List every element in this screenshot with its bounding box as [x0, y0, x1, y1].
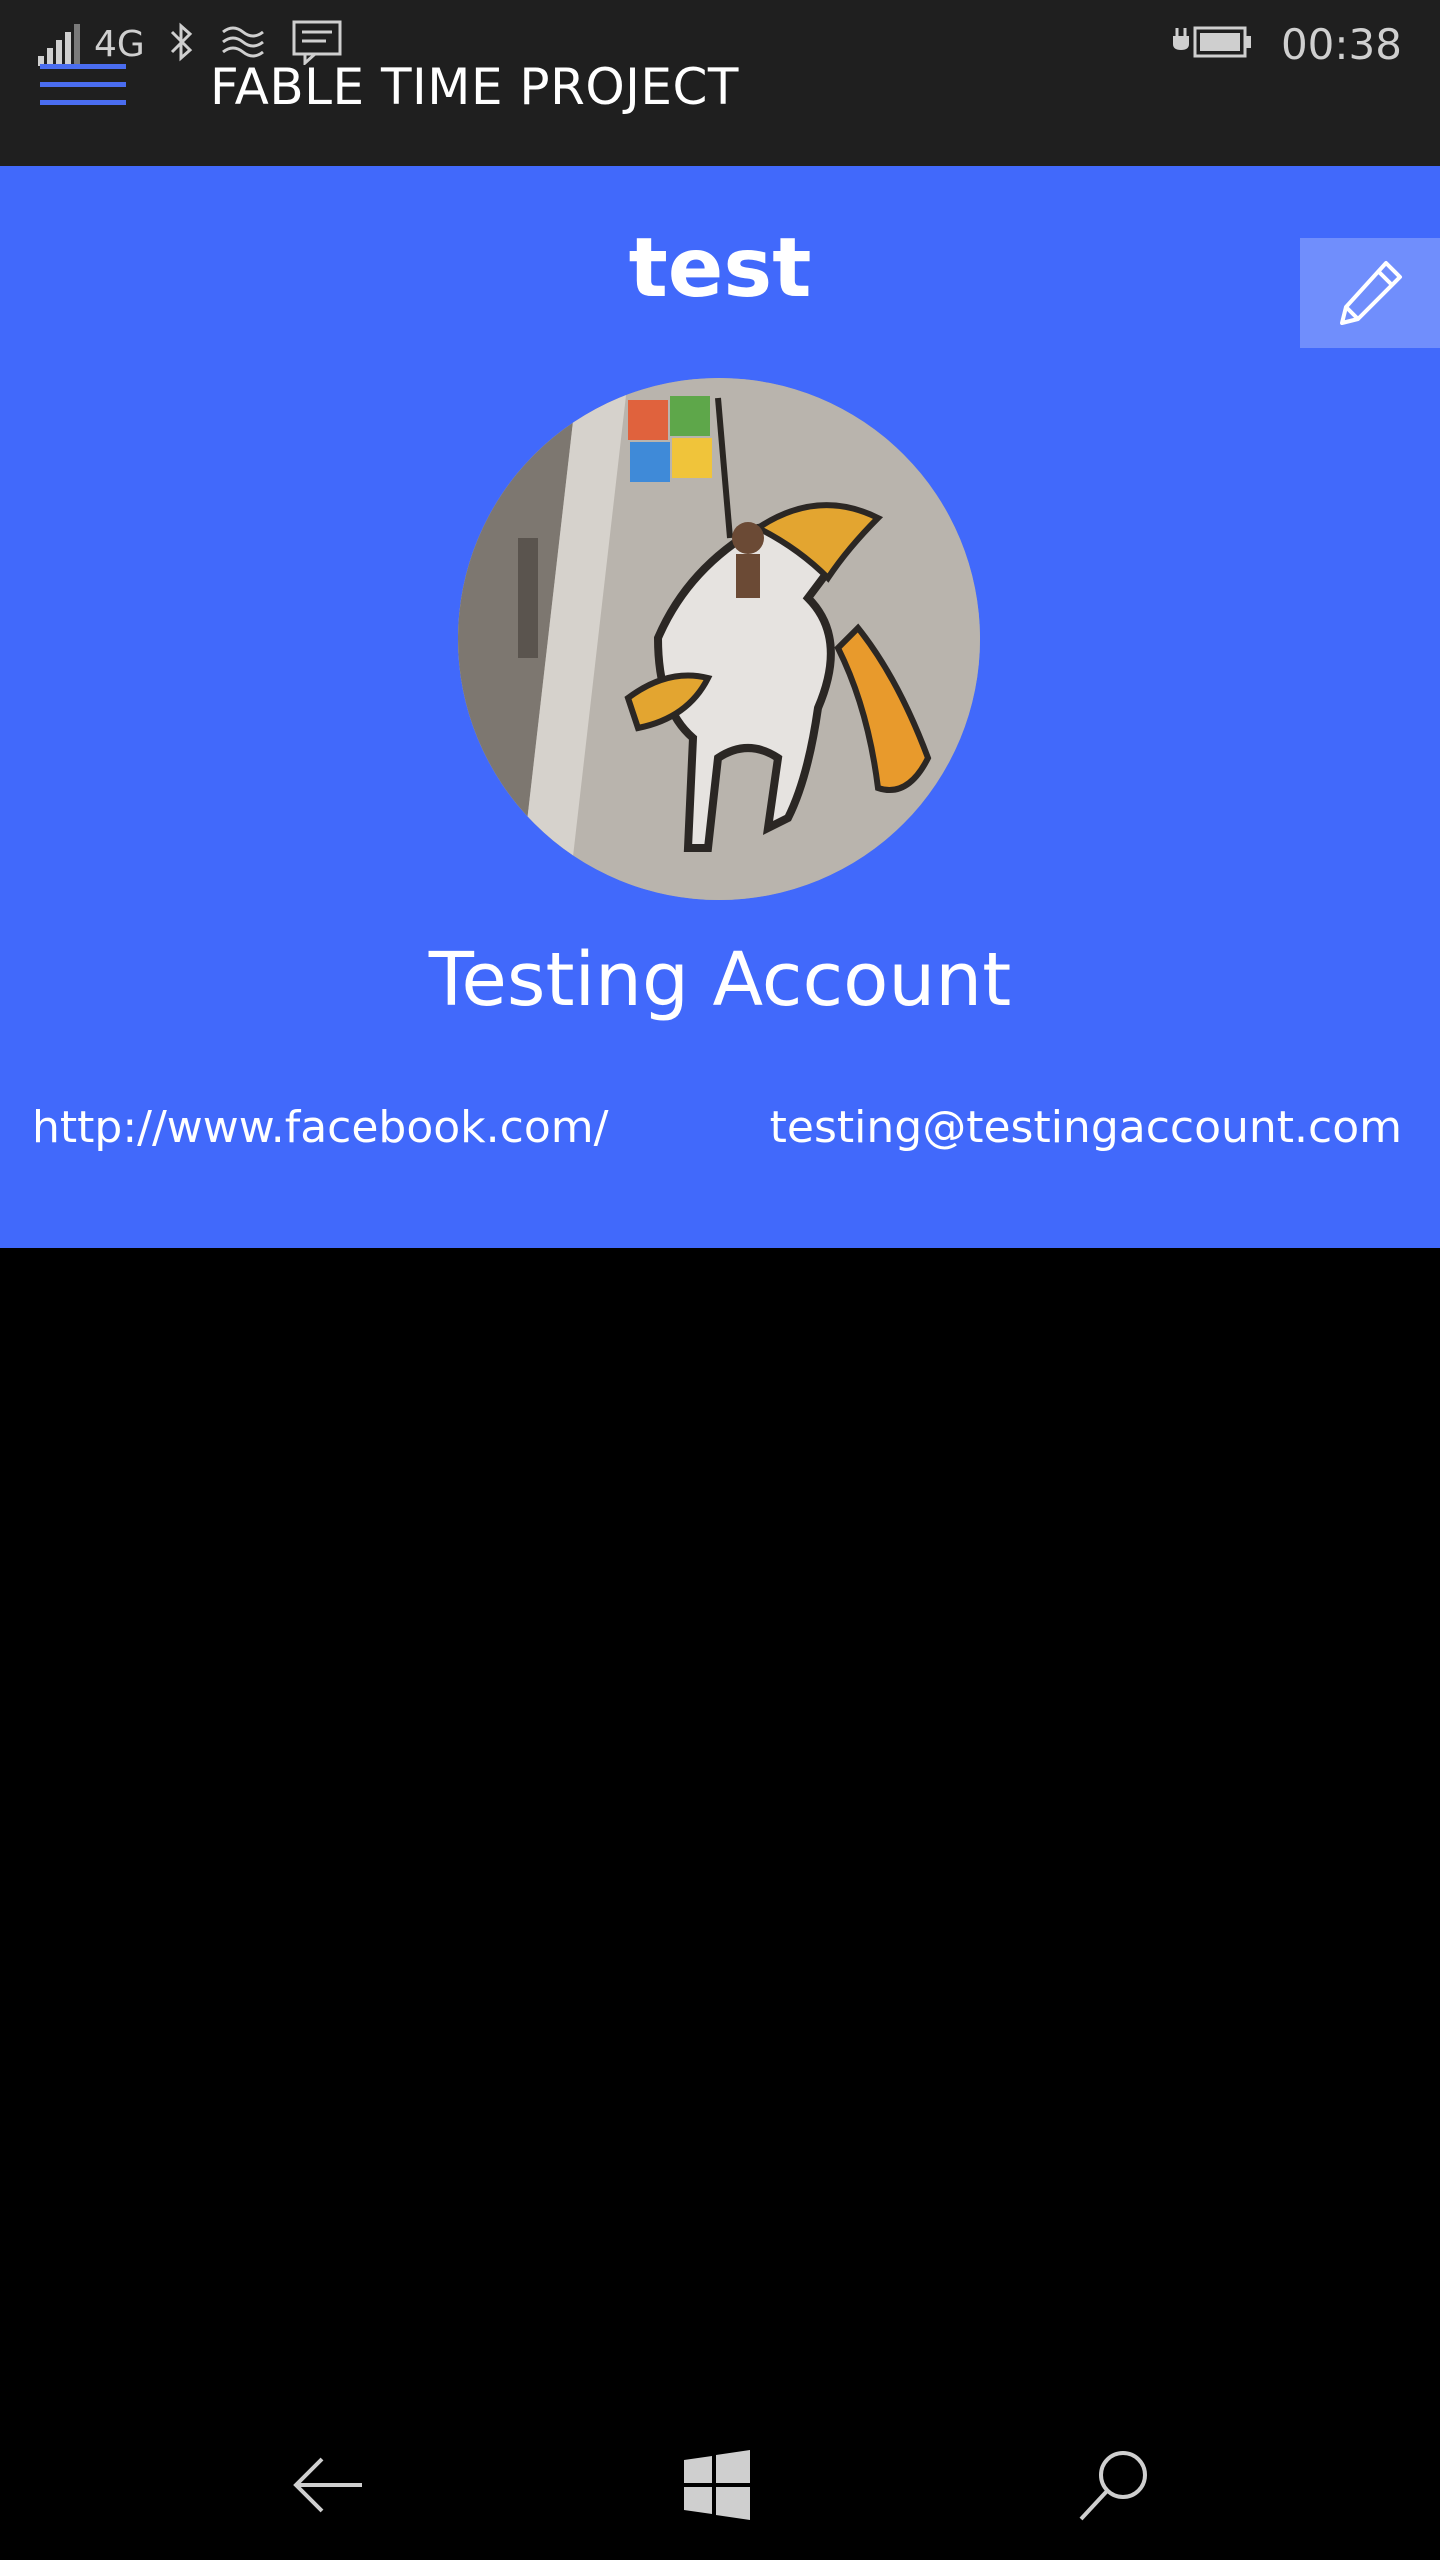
search-button[interactable] — [1068, 2440, 1158, 2530]
edit-profile-button[interactable] — [1300, 238, 1440, 348]
bluetooth-icon — [169, 20, 195, 68]
profile-panel: test Testing Account http://www.facebook… — [0, 166, 1440, 1248]
search-icon — [1079, 2451, 1147, 2521]
clock: 00:38 — [1280, 19, 1402, 69]
windows-logo-icon — [684, 2450, 750, 2520]
battery-charging-icon — [1171, 20, 1255, 68]
back-button[interactable] — [283, 2440, 373, 2530]
pencil-icon — [1340, 261, 1402, 325]
display-name: Testing Account — [428, 937, 1012, 1023]
website-link[interactable]: http://www.facebook.com/ — [32, 1102, 608, 1153]
status-bar-right: 00:38 — [1171, 14, 1402, 74]
email-link[interactable]: testing@testingaccount.com — [770, 1102, 1402, 1153]
signal-icon — [38, 22, 80, 66]
start-button[interactable] — [672, 2440, 762, 2530]
profile-photo — [458, 378, 980, 900]
app-screen: 4G 00:38 FABLE TIME PROJECT test Testing… — [0, 0, 1440, 2560]
hamburger-menu-button[interactable] — [40, 64, 128, 116]
navigation-bar — [0, 2400, 1440, 2560]
profile-avatar — [458, 378, 980, 900]
network-type: 4G — [94, 23, 145, 65]
profile-title: test — [628, 221, 812, 316]
title-bar: 4G 00:38 FABLE TIME PROJECT — [0, 0, 1440, 166]
hamburger-icon — [40, 64, 126, 69]
back-arrow-icon — [293, 2457, 362, 2513]
app-title: FABLE TIME PROJECT — [210, 58, 739, 116]
